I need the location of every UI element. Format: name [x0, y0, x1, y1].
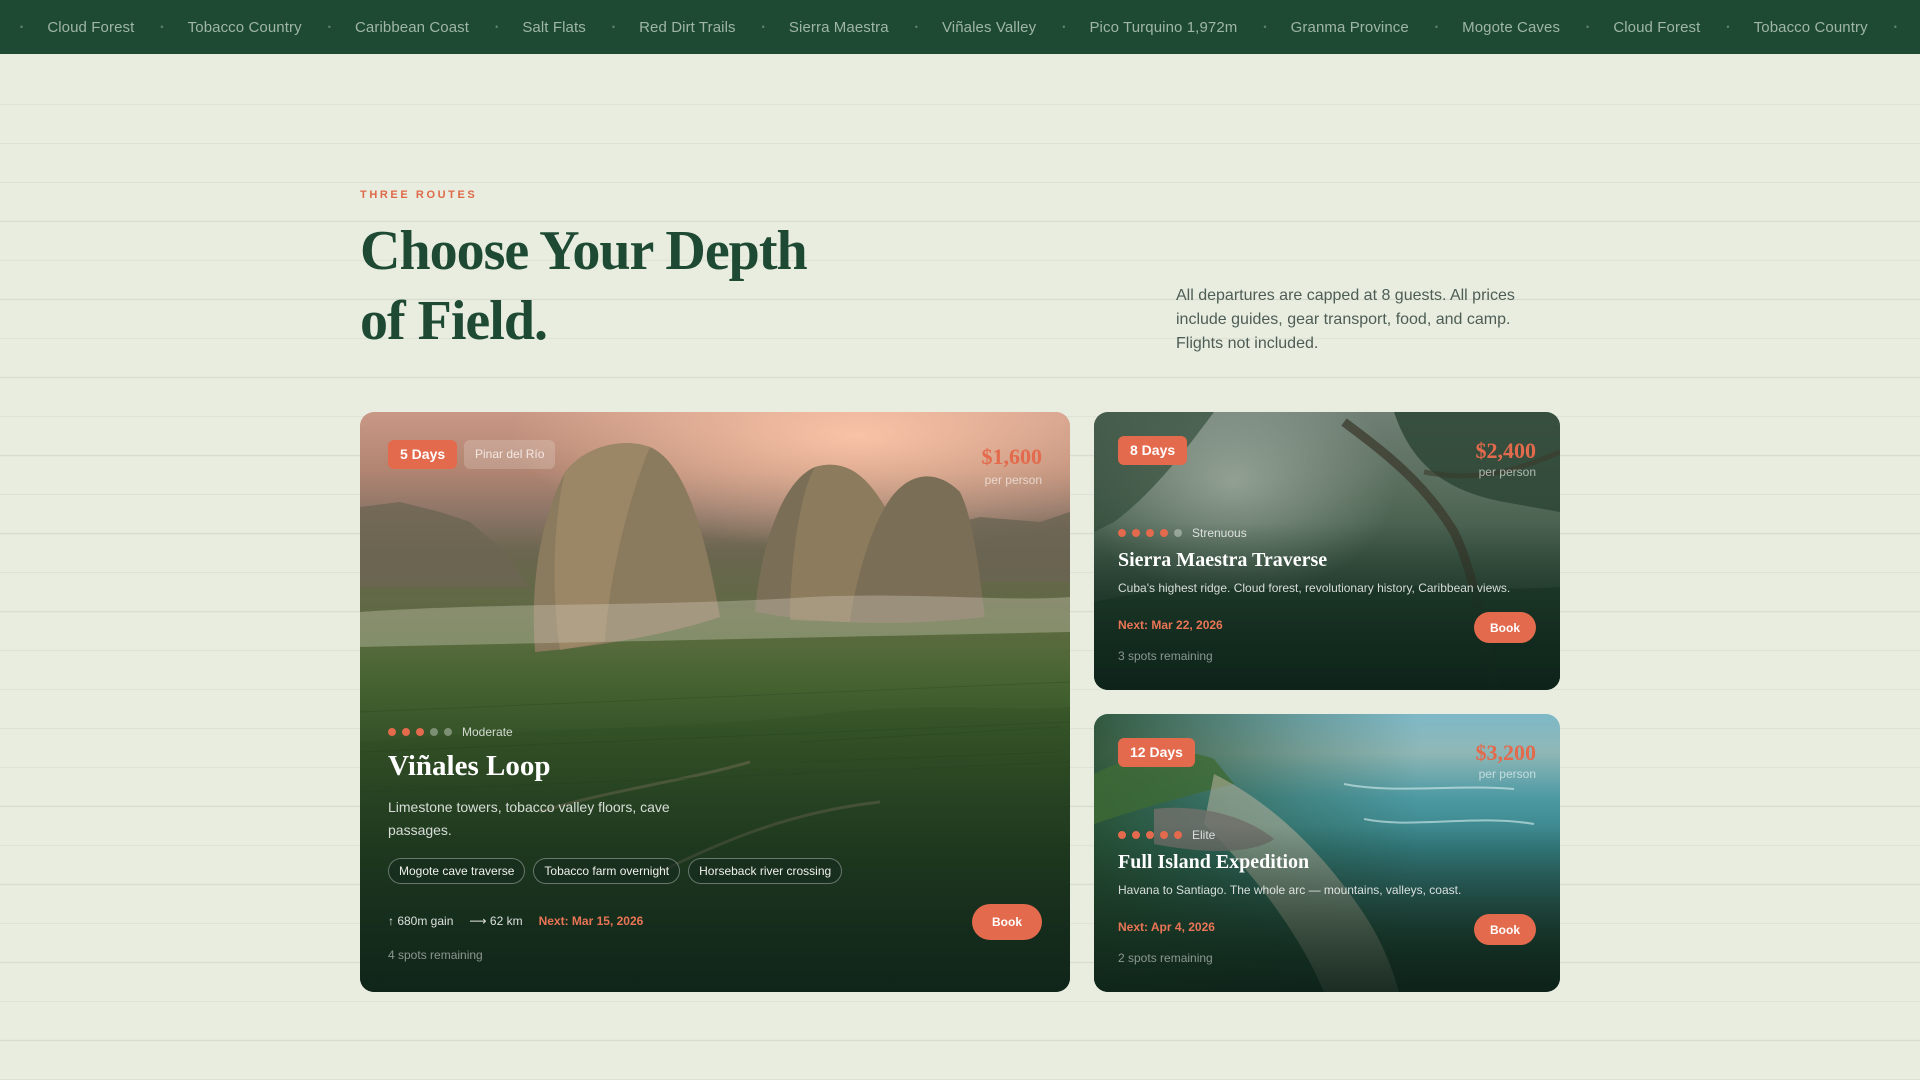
route-description: Cuba's highest ridge. Cloud forest, revo…	[1118, 581, 1511, 595]
ticker-item: Cloud Forest	[47, 19, 187, 36]
ticker-item: Red Dirt Trails	[639, 19, 789, 36]
difficulty-rating: Moderate	[388, 725, 513, 739]
next-departure: Next: Mar 15, 2026	[538, 914, 644, 928]
difficulty-dot	[444, 728, 452, 736]
spots-remaining: 3 spots remaining	[1118, 649, 1213, 663]
difficulty-dot	[1146, 529, 1154, 537]
route-title: Viñales Loop	[388, 750, 551, 782]
ticker-item: Pico Turquino 1,972m	[1089, 19, 1290, 36]
difficulty-rating: Elite	[1118, 828, 1215, 842]
page-title: Choose Your Depth of Field.	[360, 216, 920, 356]
ticker-item: Cloud Forest	[1613, 19, 1753, 36]
book-button[interactable]: Book	[1474, 612, 1536, 643]
difficulty-dot	[1118, 529, 1126, 537]
difficulty-dot	[1132, 529, 1140, 537]
spots-remaining: 4 spots remaining	[388, 948, 483, 962]
destination-ticker: es Cloud Forest Tobacco Country Caribbea…	[0, 0, 1920, 54]
difficulty-dot	[416, 728, 424, 736]
tag: Horseback river crossing	[688, 858, 843, 884]
route-meta: Next: Apr 4, 2026	[1118, 920, 1215, 934]
tag-list: Mogote cave traverse Tobacco farm overni…	[388, 858, 843, 884]
difficulty-dot	[388, 728, 396, 736]
difficulty-dot	[1132, 831, 1140, 839]
tag: Tobacco farm overnight	[533, 858, 681, 884]
price: $3,200	[1475, 740, 1537, 765]
difficulty-rating: Strenuous	[1118, 526, 1247, 540]
route-card-full-island[interactable]: 12 Days $3,200 per person Elite Full Isl…	[1094, 714, 1560, 992]
ticker-item: Caribbean Coast	[355, 19, 522, 36]
region-badge: Pinar del Río	[464, 440, 556, 469]
ticker-item: Granma Province	[1291, 19, 1462, 36]
price-unit: per person	[984, 473, 1042, 487]
price-unit: per person	[1478, 767, 1536, 781]
book-button[interactable]: Book	[1474, 914, 1536, 945]
ticker-item: Viñales Valley	[942, 19, 1090, 36]
difficulty-dot	[1160, 529, 1168, 537]
duration-badge: 12 Days	[1118, 738, 1195, 767]
duration-badge: 5 Days	[388, 440, 458, 469]
difficulty-label: Elite	[1192, 828, 1216, 842]
difficulty-dot	[1174, 831, 1182, 839]
book-button[interactable]: Book	[972, 904, 1042, 940]
ticker-track: es Cloud Forest Tobacco Country Caribbea…	[0, 0, 1920, 54]
difficulty-dot	[1118, 831, 1126, 839]
difficulty-dot	[1174, 529, 1182, 537]
difficulty-dot	[402, 728, 410, 736]
route-description: Havana to Santiago. The whole arc — moun…	[1118, 883, 1462, 897]
difficulty-label: Moderate	[462, 725, 513, 739]
ticker-item: Tobacco Country	[1754, 19, 1920, 36]
price: $1,600	[981, 444, 1043, 469]
next-departure: Next: Apr 4, 2026	[1118, 920, 1215, 934]
next-departure: Next: Mar 22, 2026	[1118, 618, 1223, 632]
route-card-vinales[interactable]: 5 Days Pinar del Río $1,600 per person M…	[360, 412, 1070, 992]
distance: ⟶ 62 km	[469, 914, 523, 928]
price: $2,400	[1475, 438, 1537, 463]
ticker-item: Tobacco Country	[188, 19, 355, 36]
route-description: Limestone towers, tobacco valley floors,…	[388, 799, 670, 838]
ticker-item: Sierra Maestra	[789, 19, 942, 36]
ticker-item: es	[0, 19, 47, 36]
route-title: Sierra Maestra Traverse	[1118, 549, 1328, 571]
ticker-item: Mogote Caves	[1462, 19, 1613, 36]
difficulty-label: Strenuous	[1192, 526, 1247, 540]
card-shade	[360, 412, 1070, 992]
elevation-gain: ↑ 680m gain	[388, 914, 454, 928]
section-eyebrow: THREE ROUTES	[360, 189, 478, 201]
spots-remaining: 2 spots remaining	[1118, 951, 1213, 965]
duration-badge: 8 Days	[1118, 436, 1188, 465]
difficulty-dot	[1160, 831, 1168, 839]
difficulty-dot	[1146, 831, 1154, 839]
price-unit: per person	[1478, 465, 1536, 479]
route-card-sierra-maestra[interactable]: 8 Days $2,400 per person Strenuous Sierr…	[1094, 412, 1560, 690]
route-meta: ↑ 680m gain ⟶ 62 km Next: Mar 15, 2026	[388, 914, 643, 928]
tag: Mogote cave traverse	[388, 858, 526, 884]
page-title-line2: of Field.	[360, 290, 548, 352]
section-intro: All departures are capped at 8 guests. A…	[1176, 287, 1515, 352]
route-meta: Next: Mar 22, 2026	[1118, 618, 1223, 632]
difficulty-dot	[430, 728, 438, 736]
route-title: Full Island Expedition	[1118, 851, 1310, 873]
ticker-item: Salt Flats	[522, 19, 639, 36]
page-title-line1: Choose Your Depth	[360, 220, 808, 282]
